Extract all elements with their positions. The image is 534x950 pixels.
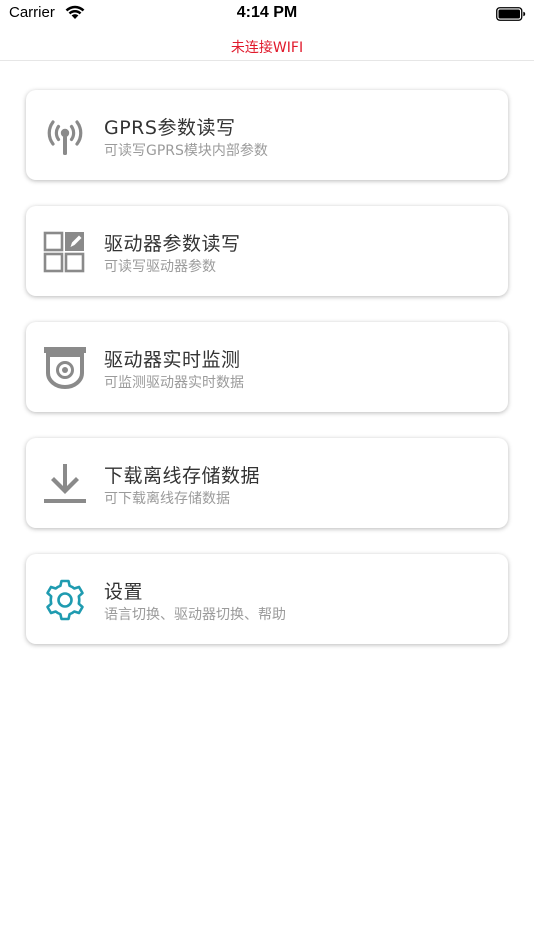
download-icon [43,462,87,506]
menu-item-title: 下载离线存储数据 [104,465,261,487]
menu-item-driver-monitor[interactable]: 驱动器实时监测 可监测驱动器实时数据 [26,322,508,412]
menu-item-gprs-params[interactable]: GPRS参数读写 可读写GPRS模块内部参数 [26,90,508,180]
menu-item-settings[interactable]: 设置 语言切换、驱动器切换、帮助 [26,554,508,644]
menu-item-subtitle: 可读写驱动器参数 [104,259,216,275]
battery-icon [496,6,526,21]
menu-item-title: 驱动器实时监测 [104,349,241,371]
app-screen: Carrier 4:14 PM 未连接WIFI GPRS参数读写 可读写GPRS… [0,0,534,950]
menu-item-subtitle: 语言切换、驱动器切换、帮助 [104,607,286,623]
menu-item-subtitle: 可监测驱动器实时数据 [104,375,244,391]
menu-item-title: GPRS参数读写 [104,117,236,139]
menu-item-subtitle: 可读写GPRS模块内部参数 [104,143,268,159]
menu-item-download-offline[interactable]: 下载离线存储数据 可下载离线存储数据 [26,438,508,528]
antenna-icon [43,114,87,158]
camera-monitor-icon [43,346,87,390]
status-bar: Carrier 4:14 PM [0,0,534,30]
menu-item-title: 设置 [104,581,144,603]
menu-item-title: 驱动器参数读写 [104,233,241,255]
grid-edit-icon [43,230,87,274]
menu-item-driver-params[interactable]: 驱动器参数读写 可读写驱动器参数 [26,206,508,296]
connection-status-header: 未连接WIFI [0,30,534,61]
connection-status-text: 未连接WIFI [230,40,304,56]
menu-item-subtitle: 可下载离线存储数据 [104,491,230,507]
clock: 4:14 PM [236,4,298,21]
gear-icon [43,578,87,622]
